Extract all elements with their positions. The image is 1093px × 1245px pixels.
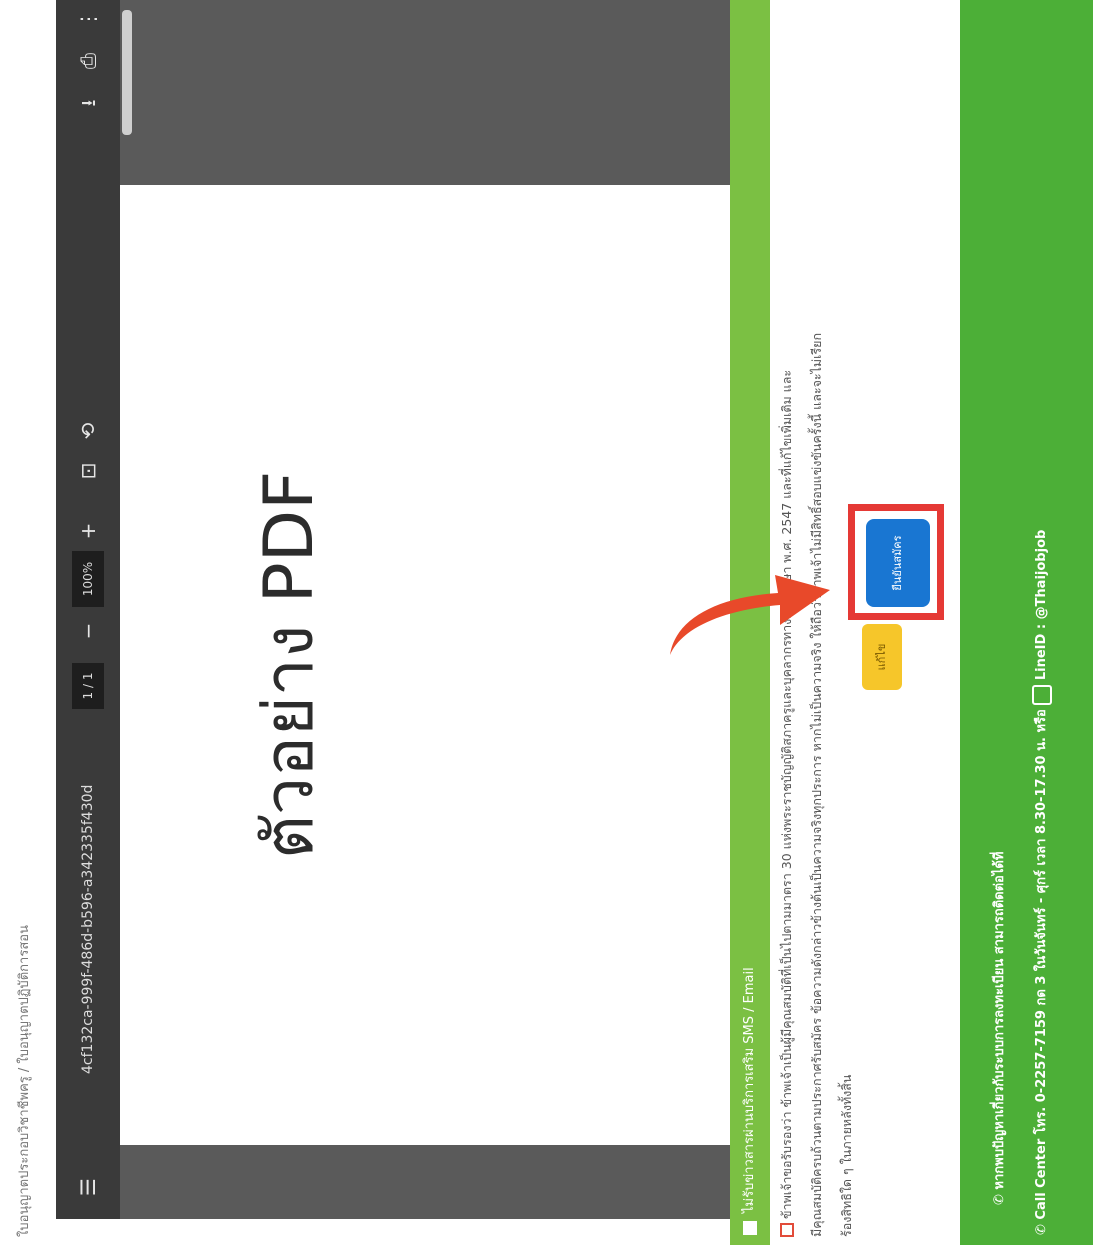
consent-checkbox[interactable] — [780, 1223, 794, 1237]
phone-icon: ✆ — [992, 1189, 1007, 1205]
hamburger-icon[interactable]: ☰ — [56, 1169, 120, 1205]
zoom-level[interactable]: 100% — [72, 551, 104, 607]
consent-line-3: ร้องสิทธิใด ๆ ในภายหลังทั้งสิ้น — [839, 1074, 854, 1237]
pdf-viewer-toolbar: ☰ 4cf132ca-999f-486d-b596-a342335f430d 1… — [56, 0, 120, 1219]
zoom-out-button[interactable]: − — [56, 613, 120, 649]
phone-icon: ✆ — [1034, 1219, 1049, 1235]
back-button[interactable]: แก้ไข — [862, 624, 902, 690]
rotate-icon[interactable]: ⟲ — [56, 413, 120, 449]
footer-line-1: ✆ หากพบปัญหาเกี่ยวกับระบบการลงทะเบียน สา… — [992, 851, 1007, 1205]
pdf-placeholder-text: ตัวอย่าง PDF — [250, 470, 329, 860]
line-id[interactable]: LineID : @Thaijobjob — [1034, 530, 1049, 680]
viewer-scrollbar[interactable] — [122, 10, 132, 135]
sms-optout-checkbox[interactable] — [743, 1221, 757, 1235]
footer-line-2: ✆ Call Center โทร. 0-2257-7159 กด 3 ในวั… — [1030, 35, 1052, 1235]
page-indicator[interactable]: 1 / 1 — [72, 663, 104, 709]
confirm-button[interactable]: ยืนยันสมัคร — [866, 519, 930, 607]
more-vertical-icon[interactable]: ⋮ — [56, 1, 120, 37]
footer: ✆ หากพบปัญหาเกี่ยวกับระบบการลงทะเบียน สา… — [960, 0, 1093, 1245]
print-icon[interactable]: ⎙ — [56, 43, 120, 79]
download-icon[interactable]: ⭳ — [56, 85, 120, 121]
pdf-page — [120, 185, 730, 1145]
rotated-page: ใบอนุญาตประกอบวิชาชีพครู / ใบอนุญาตปฏิบั… — [0, 0, 1093, 1245]
breadcrumb[interactable]: ใบอนุญาตประกอบวิชาชีพครู / ใบอนุญาตปฏิบั… — [10, 0, 40, 1245]
notice-bar-label: ไม่รับข่าวสารผ่านบริการเสริม SMS / Email — [742, 967, 757, 1213]
fit-page-icon[interactable]: ⊡ — [56, 453, 120, 489]
zoom-in-button[interactable]: + — [56, 513, 120, 549]
file-name: 4cf132ca-999f-486d-b596-a342335f430d — [80, 784, 96, 1074]
screenshot-stage: ใบอนุญาตประกอบวิชาชีพครู / ใบอนุญาตปฏิบั… — [0, 0, 1093, 1245]
line-app-icon — [1031, 684, 1052, 705]
annotation-arrow — [670, 575, 830, 655]
